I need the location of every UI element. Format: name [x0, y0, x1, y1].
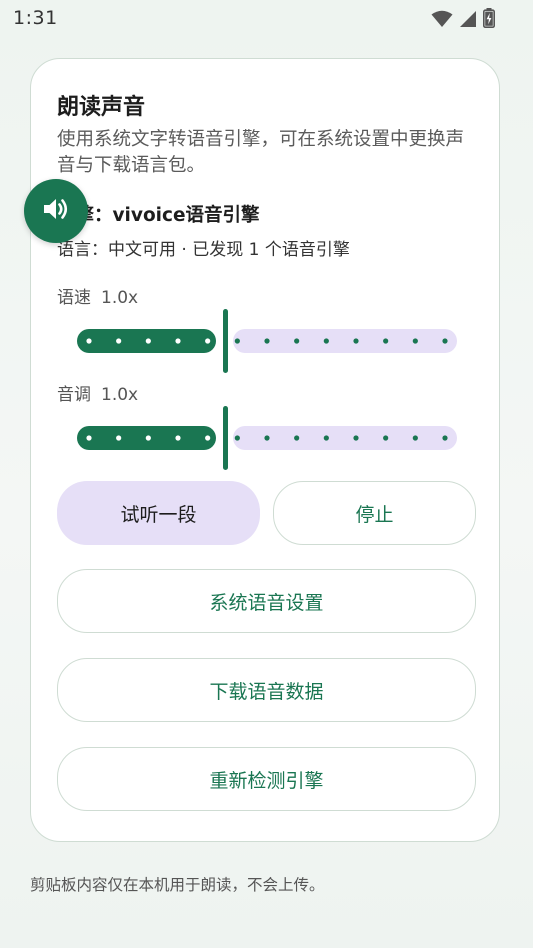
- speed-value: 1.0x: [101, 288, 139, 308]
- slider-tick: [323, 435, 329, 441]
- status-bar: 1:31: [0, 0, 533, 38]
- pitch-slider-thumb: [223, 406, 228, 470]
- speaker-button[interactable]: [24, 179, 88, 243]
- slider-tick: [412, 338, 418, 344]
- battery-icon: [483, 8, 495, 32]
- slider-tick: [86, 435, 92, 441]
- slider-tick: [323, 338, 329, 344]
- slider-tick: [294, 338, 300, 344]
- slider-tick: [116, 338, 122, 344]
- speed-label: 语速 1.0x: [57, 283, 138, 308]
- status-icons: [431, 8, 495, 32]
- slider-tick: [205, 435, 211, 441]
- voice-settings-card: 朗读声音 使用系统文字转语音引擎，可在系统设置中更换声音与下载语言包。 引擎：v…: [30, 58, 500, 842]
- slider-tick: [175, 338, 181, 344]
- pitch-label: 音调 1.0x: [57, 380, 138, 405]
- slider-tick: [234, 435, 240, 441]
- wifi-icon: [431, 10, 453, 32]
- stop-button[interactable]: 停止: [273, 481, 476, 545]
- redetect-engine-button[interactable]: 重新检测引擎: [57, 747, 476, 811]
- slider-tick: [145, 338, 151, 344]
- slider-tick: [175, 435, 181, 441]
- slider-tick: [145, 435, 151, 441]
- slider-tick: [383, 435, 389, 441]
- download-voice-data-button[interactable]: 下载语音数据: [57, 658, 476, 722]
- speed-slider[interactable]: [77, 306, 457, 376]
- slider-tick: [294, 435, 300, 441]
- pitch-value: 1.0x: [101, 385, 139, 405]
- signal-icon: [459, 10, 477, 32]
- slider-tick: [264, 338, 270, 344]
- privacy-note: 剪贴板内容仅在本机用于朗读，不会上传。: [30, 876, 325, 894]
- speed-slider-thumb: [223, 309, 228, 373]
- slider-tick: [412, 435, 418, 441]
- pitch-slider[interactable]: [77, 403, 457, 473]
- status-time: 1:31: [13, 7, 58, 29]
- slider-tick: [116, 435, 122, 441]
- slider-tick: [353, 435, 359, 441]
- card-title: 朗读声音: [57, 95, 146, 120]
- slider-tick: [353, 338, 359, 344]
- speaker-icon: [41, 194, 71, 228]
- preview-button[interactable]: 试听一段: [57, 481, 260, 545]
- speed-label-text: 语速: [57, 288, 91, 308]
- slider-tick: [442, 435, 448, 441]
- card-description: 使用系统文字转语音引擎，可在系统设置中更换声音与下载语言包。: [57, 129, 465, 176]
- slider-tick: [86, 338, 92, 344]
- system-voice-settings-button[interactable]: 系统语音设置: [57, 569, 476, 633]
- slider-tick: [383, 338, 389, 344]
- slider-tick: [234, 338, 240, 344]
- language-status: 语言：中文可用 · 已发现 1 个语音引擎: [57, 240, 350, 260]
- pitch-label-text: 音调: [57, 385, 91, 405]
- slider-tick: [205, 338, 211, 344]
- slider-tick: [442, 338, 448, 344]
- slider-tick: [264, 435, 270, 441]
